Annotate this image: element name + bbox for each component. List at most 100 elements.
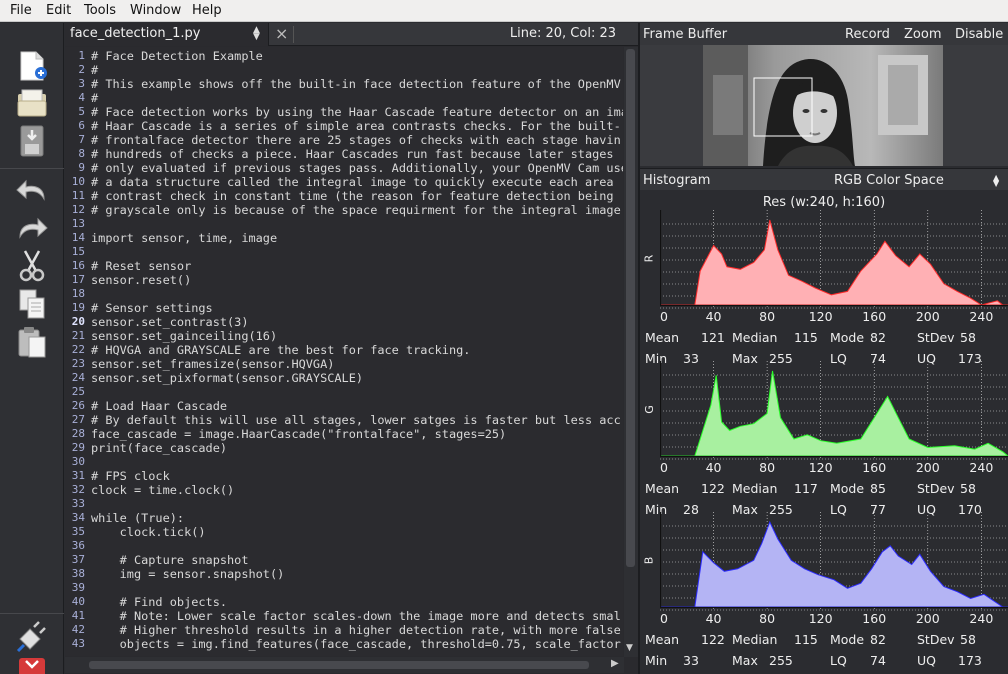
code-line: face_cascade = image.HaarCascade("fronta… — [91, 427, 507, 441]
undo-button[interactable] — [14, 173, 50, 207]
editor-tab-bar: face_detection_1.py ▲ ▼ × Line: 20, Col: … — [65, 23, 638, 46]
line-number: 32 — [71, 483, 85, 496]
stat-label: Median — [732, 632, 778, 647]
line-number: 15 — [71, 245, 85, 258]
line-number: 12 — [71, 203, 85, 216]
line-number: 41 — [71, 609, 85, 622]
menu-help[interactable]: Help — [192, 3, 222, 18]
code-line: # HQVGA and GRAYSCALE are the best for f… — [91, 343, 471, 357]
copy-button[interactable] — [14, 287, 50, 321]
menu-file[interactable]: File — [10, 3, 32, 18]
redo-button[interactable] — [14, 211, 50, 245]
line-number: 27 — [71, 413, 85, 426]
menu-bar: File Edit Tools Window Help — [0, 0, 1008, 22]
code-line: sensor.set_pixformat(sensor.GRAYSCALE) — [91, 371, 364, 385]
paste-icon — [18, 327, 46, 358]
code-line: import sensor, time, image — [91, 231, 278, 245]
stat-value: 58 — [960, 632, 976, 647]
x-tick-label: 0 — [660, 611, 668, 626]
histogram-area — [660, 219, 1008, 306]
code-line: # Higher threshold results in a higher d… — [91, 623, 621, 637]
folder-open-icon — [17, 89, 47, 117]
line-number: 17 — [71, 273, 85, 286]
stat-value: 33 — [683, 653, 699, 668]
histogram-area — [660, 370, 1008, 457]
stat-value: 122 — [701, 632, 725, 647]
menu-tools[interactable]: Tools — [84, 3, 116, 18]
histogram-title: Histogram — [643, 173, 711, 188]
stat-label: Min — [645, 653, 668, 668]
code-text[interactable]: # Face Detection Example # # This example … — [91, 49, 623, 654]
line-number: 21 — [71, 329, 85, 342]
x-tick-label: 240 — [969, 309, 993, 324]
zoom-button[interactable]: Zoom — [904, 27, 941, 42]
stat-value: 85 — [870, 481, 886, 496]
line-number: 22 — [71, 343, 85, 356]
menu-window[interactable]: Window — [130, 3, 181, 18]
menu-edit[interactable]: Edit — [46, 3, 71, 18]
line-number: 18 — [71, 287, 85, 300]
code-line: # Load Haar Cascade — [91, 399, 228, 413]
scroll-right-icon[interactable]: ▶ — [611, 658, 619, 669]
x-tick-label: 160 — [862, 309, 886, 324]
record-button[interactable]: Record — [845, 27, 890, 42]
code-line: # This example shows off the built-in fa… — [91, 77, 621, 91]
connect-button[interactable] — [14, 619, 50, 653]
line-number: 36 — [71, 539, 85, 552]
line-number: 16 — [71, 259, 85, 272]
disable-button[interactable]: Disable — [955, 27, 1003, 42]
editor-panel: face_detection_1.py ▲ ▼ × Line: 20, Col: … — [65, 23, 638, 674]
toolbar — [0, 23, 64, 674]
tab-file[interactable]: face_detection_1.py ▲ ▼ — [65, 23, 269, 46]
stat-label: UQ — [917, 653, 936, 668]
tab-close-icon[interactable]: × — [275, 24, 288, 43]
line-number: 28 — [71, 427, 85, 440]
color-space-select[interactable]: RGB Color Space — [834, 173, 944, 188]
line-number: 1 — [78, 49, 85, 62]
stat-label: StDev — [917, 330, 955, 345]
line-number: 14 — [71, 231, 85, 244]
stat-value: 115 — [794, 330, 818, 345]
color-space-dropdown-icon[interactable]: ▲ ▼ — [993, 174, 999, 188]
line-number: 38 — [71, 567, 85, 580]
tab-switch-arrows-icon[interactable]: ▲ ▼ — [253, 26, 260, 42]
stat-label: Median — [732, 481, 778, 496]
code-editor[interactable]: 1 2 3 4 5 6 7 8 9 10 11 12 13 14 15 16 17 18 19 20 21 22 23 24 2… — [65, 47, 623, 656]
new-file-button[interactable] — [14, 49, 50, 83]
stat-label: Mode — [830, 330, 865, 345]
code-line: # a data structure called the integral i… — [91, 175, 614, 189]
disconnect-button[interactable] — [14, 656, 50, 674]
frame-buffer-view[interactable] — [640, 45, 1008, 166]
horizontal-scroll-thumb[interactable] — [89, 661, 589, 669]
x-tick-label: 80 — [759, 611, 775, 626]
cut-button[interactable] — [14, 249, 50, 283]
line-number: 23 — [71, 357, 85, 370]
stat-label: Mean — [645, 330, 680, 345]
horizontal-scrollbar[interactable]: ▶ — [65, 657, 624, 673]
line-number: 42 — [71, 623, 85, 636]
x-tick-label: 240 — [969, 460, 993, 475]
channel-label: R — [642, 254, 656, 263]
stat-value: 74 — [870, 653, 886, 668]
paste-button[interactable] — [14, 325, 50, 359]
scissors-icon — [19, 250, 45, 282]
x-tick-label: 40 — [706, 611, 722, 626]
code-line: sensor.set_contrast(3) — [91, 315, 249, 329]
channel-label: G — [642, 405, 656, 414]
x-tick-label: 200 — [916, 611, 940, 626]
code-line: objects = img.find_features(face_cascade… — [91, 637, 621, 651]
stat-label: StDev — [917, 632, 955, 647]
save-file-button[interactable] — [14, 124, 50, 158]
code-line: # grayscale only is because of the space… — [91, 203, 621, 217]
open-file-button[interactable] — [14, 86, 50, 120]
vertical-scroll-thumb[interactable] — [626, 49, 635, 567]
code-line: # frontalface detector there are 25 stag… — [91, 133, 621, 147]
line-number: 24 — [71, 371, 85, 384]
stat-label: Median — [732, 330, 778, 345]
scroll-down-icon[interactable]: ▼ — [626, 643, 633, 653]
x-tick-label: 40 — [706, 309, 722, 324]
line-number: 34 — [71, 511, 85, 524]
code-line: print(face_cascade) — [91, 441, 228, 455]
vertical-scrollbar[interactable]: ▼ — [624, 47, 638, 657]
stat-label: StDev — [917, 481, 955, 496]
